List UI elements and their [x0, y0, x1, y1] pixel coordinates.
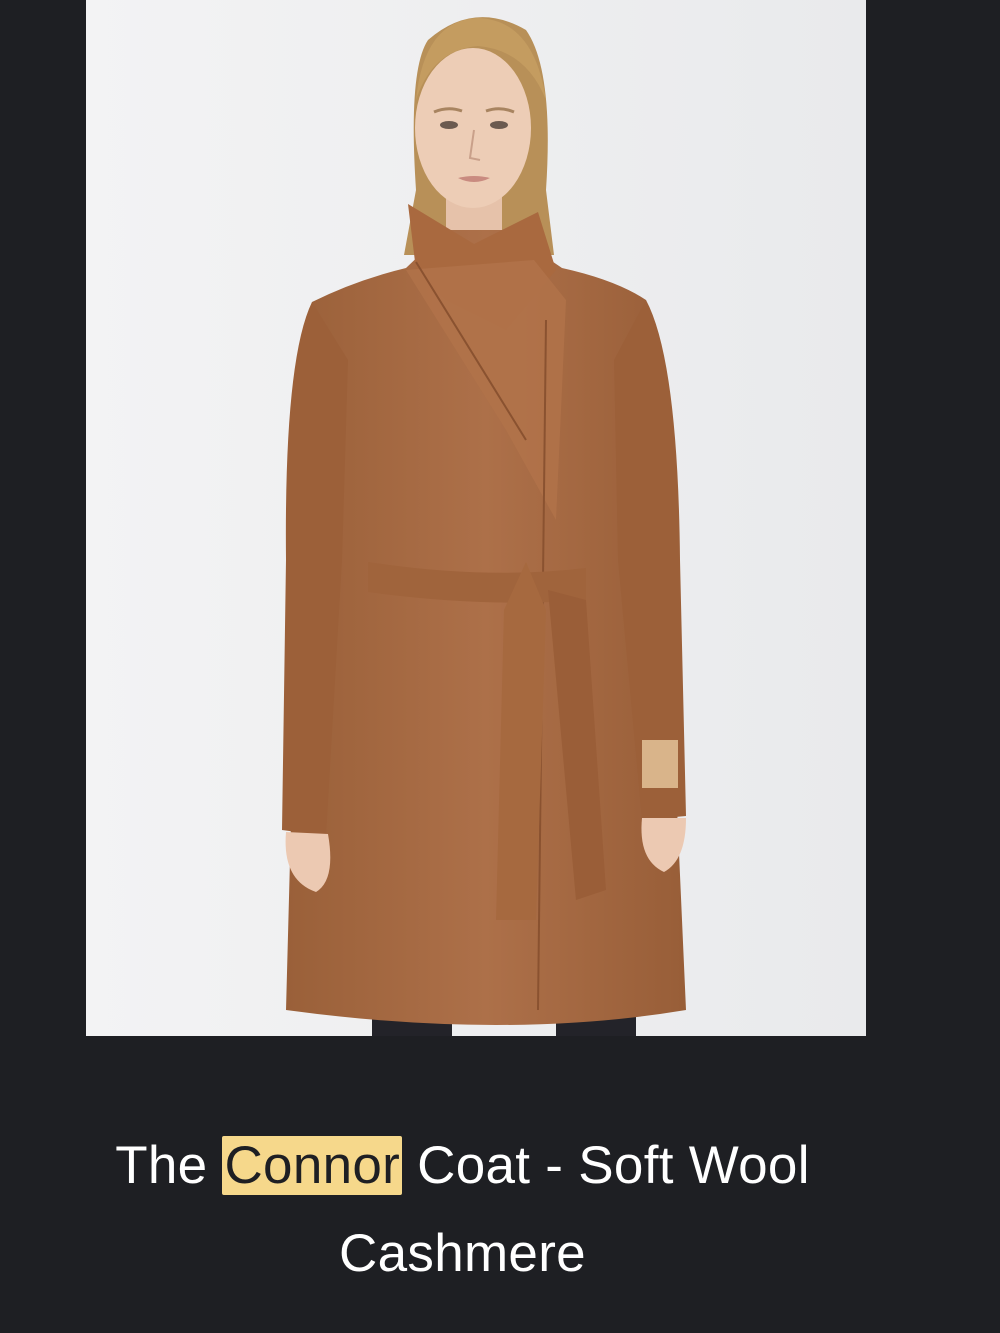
product-title-line-2: Cashmere [339, 1224, 586, 1283]
product-title[interactable]: The Connor Coat - Soft Wool Cashmere [40, 1122, 885, 1298]
title-prefix: The [115, 1136, 223, 1195]
title-suffix: Coat - Soft Wool [402, 1136, 810, 1195]
product-title-line-1: The Connor Coat - Soft Wool [40, 1122, 885, 1210]
search-highlight: Connor [222, 1136, 403, 1195]
coat-model-illustration [86, 0, 866, 1036]
product-photo[interactable] [86, 0, 866, 1036]
